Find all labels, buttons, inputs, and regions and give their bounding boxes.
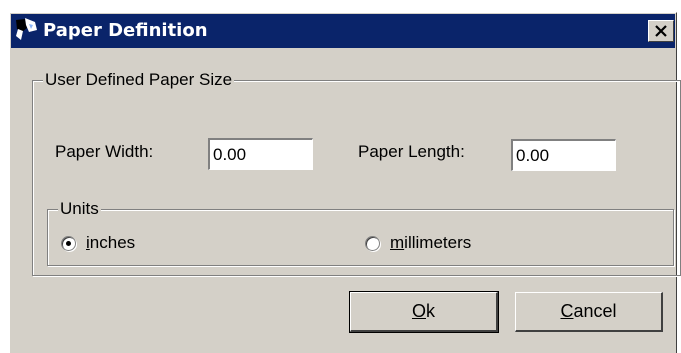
ok-button[interactable]: Ok	[349, 291, 499, 333]
close-icon	[655, 25, 667, 37]
paper-width-input[interactable]	[208, 138, 313, 170]
title-bar[interactable]: Paper Definition	[11, 14, 675, 48]
radio-millimeters[interactable]: millimeters	[365, 233, 471, 253]
cancel-button[interactable]: Cancel	[515, 292, 663, 332]
paper-width-label: Paper Width:	[55, 142, 154, 161]
paper-length-label: Paper Length:	[358, 142, 465, 161]
paper-size-group-label: User Defined Paper Size	[43, 70, 235, 90]
units-group: Units inches millimeters	[47, 199, 674, 266]
radio-millimeters-button[interactable]	[365, 235, 380, 251]
paper-definition-dialog: Paper Definition User Defined Paper Size…	[9, 12, 681, 353]
paper-length-input[interactable]	[511, 139, 616, 171]
radio-millimeters-label: millimeters	[390, 233, 472, 252]
radio-inches-button[interactable]	[61, 235, 76, 251]
radio-inches-label: inches	[86, 233, 136, 252]
close-button[interactable]	[648, 20, 674, 42]
window-title: Paper Definition	[43, 20, 208, 41]
app-icon	[13, 16, 41, 44]
radio-inches[interactable]: inches	[61, 233, 135, 253]
units-group-label: Units	[58, 199, 101, 219]
paper-size-group: User Defined Paper Size Paper Width: Pap…	[32, 70, 681, 276]
